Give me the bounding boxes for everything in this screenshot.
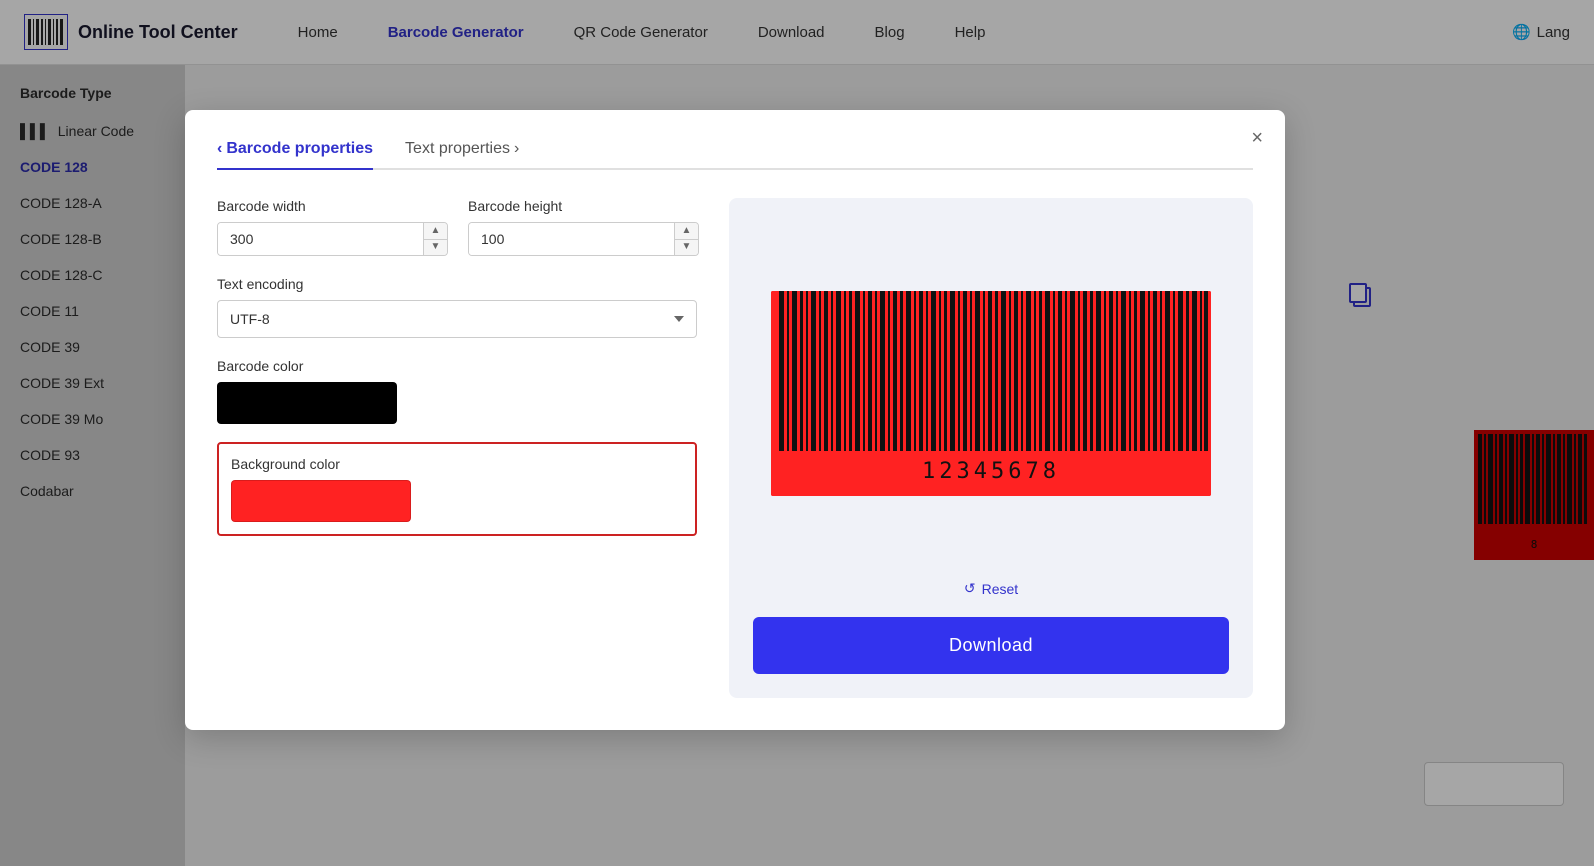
barcode-width-spinner: ▲ ▼: [423, 223, 447, 255]
barcode-color-label: Barcode color: [217, 358, 697, 374]
barcode-height-up[interactable]: ▲: [675, 223, 698, 240]
close-button[interactable]: ×: [1251, 128, 1263, 148]
barcode-height-input[interactable]: [469, 223, 674, 255]
encoding-select[interactable]: UTF-8 ASCII ISO-8859-1: [217, 300, 697, 338]
barcode-width-input-wrap: ▲ ▼: [217, 222, 448, 256]
barcode-width-field: Barcode width ▲ ▼: [217, 198, 448, 256]
barcode-height-down[interactable]: ▼: [675, 240, 698, 256]
modal-dialog: × ‹ Barcode properties Text properties ›…: [185, 110, 1285, 730]
modal-left-panel: Barcode width ▲ ▼ Barcode height: [217, 198, 697, 698]
barcode-number: 12345678: [771, 451, 1211, 496]
barcode-preview-area: 12345678: [753, 222, 1229, 564]
encoding-label: Text encoding: [217, 276, 697, 292]
encoding-field: Text encoding UTF-8 ASCII ISO-8859-1: [217, 276, 697, 338]
barcode-color-swatch[interactable]: [217, 382, 397, 424]
barcode-width-up[interactable]: ▲: [424, 223, 447, 240]
dimensions-group: Barcode width ▲ ▼ Barcode height: [217, 198, 697, 256]
barcode-width-label: Barcode width: [217, 198, 448, 214]
reset-button[interactable]: ↺ Reset: [964, 580, 1018, 597]
barcode-color-section: Barcode color: [217, 358, 697, 424]
tab-text-properties[interactable]: Text properties ›: [405, 140, 519, 170]
barcode-height-input-wrap: ▲ ▼: [468, 222, 699, 256]
download-button[interactable]: Download: [753, 617, 1229, 674]
modal-right-panel: 12345678 ↺ Reset Download: [729, 198, 1253, 698]
bg-color-section: Background color: [217, 442, 697, 536]
reset-icon: ↺: [964, 580, 976, 597]
bg-color-swatch[interactable]: [231, 480, 411, 522]
barcode-width-input[interactable]: [218, 223, 423, 255]
tab-barcode-properties[interactable]: ‹ Barcode properties: [217, 140, 373, 170]
barcode-height-spinner: ▲ ▼: [674, 223, 698, 255]
barcode-image: 12345678: [771, 291, 1211, 496]
barcode-height-label: Barcode height: [468, 198, 699, 214]
tab-back-arrow: ‹: [217, 140, 222, 158]
modal-body: Barcode width ▲ ▼ Barcode height: [217, 198, 1253, 698]
modal-tabs: ‹ Barcode properties Text properties ›: [217, 140, 1253, 170]
bg-color-label: Background color: [231, 456, 683, 472]
tab-forward-arrow: ›: [514, 140, 519, 158]
barcode-width-down[interactable]: ▼: [424, 240, 447, 256]
barcode-bars: [771, 291, 1211, 451]
barcode-height-field: Barcode height ▲ ▼: [468, 198, 699, 256]
